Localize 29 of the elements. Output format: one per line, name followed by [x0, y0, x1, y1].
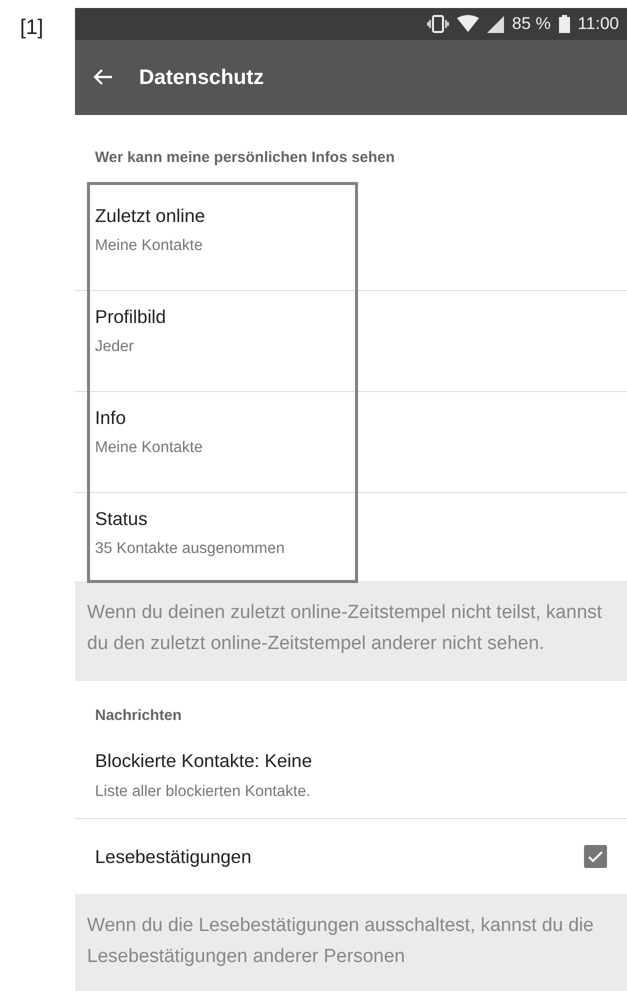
- checkbox[interactable]: [584, 845, 607, 868]
- setting-row[interactable]: Profilbild Jeder: [75, 290, 627, 392]
- setting-value: Jeder: [95, 337, 135, 358]
- setting-row[interactable]: Zuletzt online Meine Kontakte: [75, 190, 627, 290]
- wifi-icon: [456, 15, 479, 33]
- battery-icon: [558, 15, 570, 33]
- screen-title: Datenschutz: [139, 64, 264, 91]
- setting-title: Blockierte Kontakte: Keine: [95, 749, 313, 773]
- setting-title: Status: [95, 506, 148, 530]
- setting-value: Meine Kontakte: [95, 236, 204, 256]
- setting-title: Lesebestätigungen: [95, 844, 252, 869]
- battery-percent: 85 %: [512, 13, 551, 36]
- setting-value: Meine Kontakte: [95, 438, 204, 458]
- section-header: Wer kann meine persönlichen Infos sehen: [94, 148, 396, 168]
- vibrate-icon: [426, 15, 449, 33]
- setting-row[interactable]: Info Meine Kontakte: [75, 392, 627, 492]
- setting-row[interactable]: Status 35 Kontakte ausgenommen: [75, 492, 627, 580]
- info-note: Wenn du deinen zuletzt online-Zeitstempel nicht teilst, kannst du den zuletzt online-Zeitstempel anderer nicht sehen.: [75, 580, 627, 680]
- signal-icon: [486, 16, 504, 32]
- clock-time: 11:00: [578, 13, 619, 36]
- section-header: Nachrichten: [94, 706, 183, 726]
- setting-value: 35 Kontakte ausgenommen: [95, 539, 286, 560]
- setting-value: Liste aller blockierten Kontakte.: [95, 782, 312, 802]
- setting-title: Zuletzt online: [95, 204, 206, 228]
- info-note: Wenn du die Lesebestätigungen ausschaltest, kannst du die Lesebestätigungen anderer Personen: [75, 894, 627, 991]
- figure-label: [1]: [19, 15, 44, 41]
- setting-title: Info: [95, 406, 127, 430]
- setting-row[interactable]: Blockierte Kontakte: Keine Liste aller blockierten Kontakte.: [75, 747, 627, 819]
- setting-title: Profilbild: [95, 304, 167, 328]
